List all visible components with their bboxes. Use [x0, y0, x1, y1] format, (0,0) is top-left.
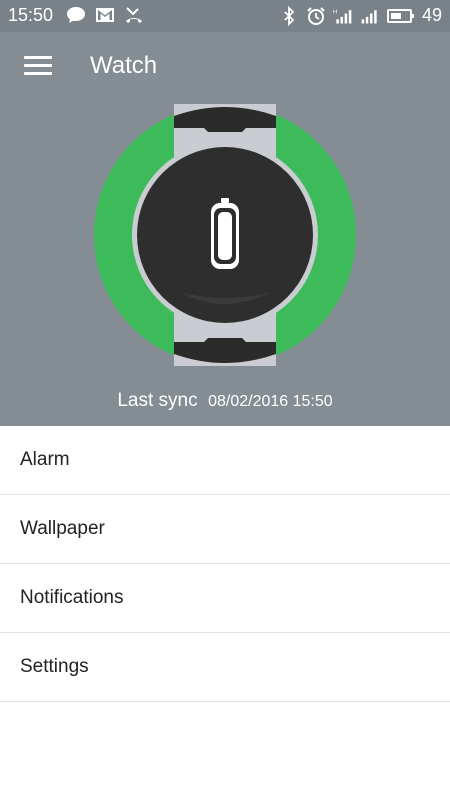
- menu-list: Alarm Wallpaper Notifications Settings: [0, 426, 450, 702]
- gmail-icon: [96, 8, 114, 22]
- status-bar: 15:50 H 49: [0, 0, 450, 32]
- last-sync-label: Last sync: [117, 390, 198, 411]
- system-icons: H 49: [279, 5, 442, 26]
- watch-battery-icon: [211, 198, 239, 269]
- svg-text:H: H: [333, 9, 337, 15]
- signal-icon: [361, 9, 377, 23]
- notification-icons: [66, 5, 144, 25]
- alarm-clock-icon: [307, 6, 325, 25]
- signal-h-icon: H: [333, 9, 352, 23]
- missed-call-icon: [126, 7, 142, 23]
- menu-item-wallpaper[interactable]: Wallpaper: [0, 495, 450, 564]
- bluetooth-icon: [284, 5, 295, 26]
- page-title: Watch: [90, 52, 158, 79]
- menu-button[interactable]: [24, 56, 52, 78]
- last-sync: Last sync 08/02/2016 15:50: [0, 390, 450, 412]
- status-time: 15:50: [8, 5, 54, 25]
- battery-percentage: 49: [421, 5, 442, 25]
- last-sync-value: 08/02/2016 15:50: [208, 393, 333, 410]
- watch-header: Watch Last sync 08/02/2016 15:50: [0, 32, 450, 426]
- menu-item-notifications[interactable]: Notifications: [0, 564, 450, 633]
- battery-icon: [386, 8, 414, 23]
- chat-icon: [67, 7, 85, 23]
- menu-item-settings[interactable]: Settings: [0, 633, 450, 702]
- watch-illustration: [94, 104, 356, 366]
- menu-item-alarm[interactable]: Alarm: [0, 426, 450, 495]
